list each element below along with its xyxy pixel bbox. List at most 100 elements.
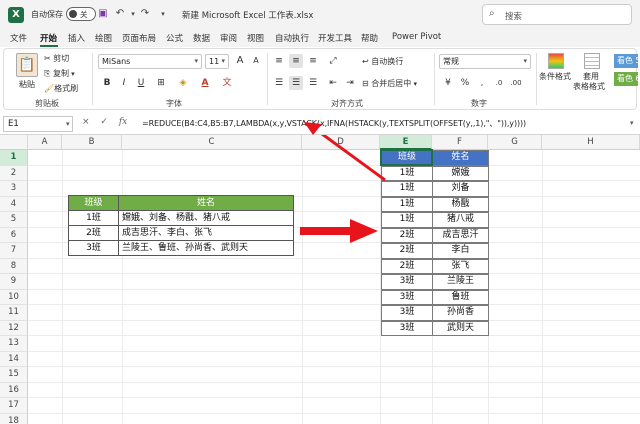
formula-input[interactable]: =REDUCE(B4:C4,B5:B7,LAMBDA(x,y,VSTACK(x,… (142, 118, 526, 129)
tab-data[interactable]: 数据 (193, 32, 210, 44)
tab-automate[interactable]: 自动执行 (275, 32, 309, 44)
decrease-decimal-icon[interactable]: .00 (509, 76, 523, 90)
align-middle-icon[interactable]: ≡ (289, 54, 303, 68)
tab-developer[interactable]: 开发工具 (318, 32, 352, 44)
copy-icon: ⎘ (44, 69, 53, 78)
enter-icon[interactable]: ✓ (100, 117, 108, 127)
tab-review[interactable]: 审阅 (220, 32, 237, 44)
align-top-icon[interactable]: ≡ (272, 54, 286, 68)
autosave-label: 自动保存 (31, 10, 63, 19)
tab-help[interactable]: 帮助 (361, 32, 378, 44)
chevron-down-icon: ▾ (68, 70, 75, 78)
tab-page-layout[interactable]: 页面布局 (122, 32, 156, 44)
search-box[interactable]: ⌕ 搜索 (482, 4, 632, 25)
autosave-toggle[interactable]: 关 (66, 7, 96, 21)
tab-insert[interactable]: 插入 (68, 32, 85, 44)
merge-center-button[interactable]: ⊟ 合并后居中 ▾ (362, 78, 417, 89)
search-placeholder: 搜索 (505, 12, 523, 22)
formula-buttons: × ✓ fx (82, 117, 127, 127)
font-size-select[interactable]: 11 ▾ (205, 54, 229, 69)
fill-color-icon[interactable]: ◈ (176, 76, 190, 90)
italic-icon[interactable]: I (117, 76, 131, 90)
chevron-down-icon: ▾ (221, 57, 225, 65)
number-format-select[interactable]: 常规 ▾ (439, 54, 531, 69)
tab-view[interactable]: 视图 (247, 32, 264, 44)
align-bottom-icon[interactable]: ≡ (306, 54, 320, 68)
alignment-group-label: 对齐方式 (331, 99, 363, 108)
group-divider (92, 53, 93, 105)
customize-toolbar-icon[interactable]: ▾ (156, 7, 170, 21)
save-icon[interactable]: ▣ (96, 7, 110, 21)
font-group-label: 字体 (166, 99, 182, 108)
format-painter-button[interactable]: 🖌格式刷 (44, 83, 78, 94)
active-tab-indicator (40, 45, 58, 47)
paste-label[interactable]: 粘贴 (19, 79, 35, 90)
decrease-font-icon[interactable]: A (249, 54, 263, 68)
increase-font-icon[interactable]: A (233, 54, 247, 68)
chevron-down-icon[interactable]: ▾ (66, 120, 70, 128)
increase-decimal-icon[interactable]: .0 (492, 76, 506, 90)
decrease-indent-icon[interactable]: ⇤ (326, 76, 340, 90)
tab-file[interactable]: 文件 (10, 32, 27, 44)
cut-button[interactable]: ✂ 剪切 (44, 53, 69, 64)
cell-style-accent6[interactable]: 看色 6 (614, 72, 638, 86)
font-name-select[interactable]: MiSans ▾ (98, 54, 202, 69)
conditional-format-label[interactable]: 条件格式 (539, 71, 571, 82)
tab-formulas[interactable]: 公式 (166, 32, 183, 44)
autosave-state: 关 (80, 10, 88, 19)
group-divider (434, 53, 435, 105)
paste-icon[interactable]: 📋 (16, 53, 38, 77)
clipboard-group-label: 剪贴板 (35, 99, 59, 108)
expand-formula-icon[interactable]: ▾ (630, 119, 634, 127)
right-arrow-icon (300, 219, 378, 243)
align-left-icon[interactable]: ☰ (272, 76, 286, 90)
title-bar: X 自动保存 关 ▣ ↶ ▾ ↷ ▾ 新建 Microsoft Excel 工作… (0, 0, 640, 30)
cancel-icon[interactable]: × (82, 117, 90, 127)
wrap-text-button[interactable]: ↩ 自动换行 (362, 56, 403, 67)
toggle-knob-icon (69, 10, 77, 18)
tab-home[interactable]: 开始 (40, 32, 57, 44)
cell-style-accent5[interactable]: 看色 5 (614, 54, 638, 68)
insert-function-icon[interactable]: fx (119, 117, 127, 127)
tab-draw[interactable]: 绘图 (95, 32, 112, 44)
conditional-format-icon[interactable] (548, 53, 564, 69)
number-group-label: 数字 (471, 99, 487, 108)
bold-icon[interactable]: B (100, 76, 114, 90)
worksheet-grid[interactable]: A B C D E F G H 1 2 3 4 5 6 7 8 9 10 11 12 13 14 15 16 1… (0, 135, 640, 424)
tab-power-pivot[interactable]: Power Pivot (392, 32, 441, 42)
wrap-text-label: 自动换行 (371, 57, 404, 66)
chevron-down-icon: ▾ (523, 57, 527, 65)
orientation-icon[interactable]: ⤢ (326, 54, 340, 68)
font-color-icon[interactable]: A (198, 76, 212, 90)
merge-label: 合并后居中 (371, 79, 412, 88)
borders-icon[interactable]: ⊞ (154, 76, 168, 90)
copy-label: 复制 (52, 69, 69, 78)
currency-icon[interactable]: ¥ (441, 76, 455, 90)
group-divider (536, 53, 537, 105)
format-painter-label: 格式刷 (54, 84, 79, 93)
search-icon: ⌕ (489, 8, 495, 19)
name-box[interactable]: E1 (3, 116, 73, 132)
group-divider (267, 53, 268, 105)
percent-icon[interactable]: % (458, 76, 472, 90)
chevron-down-icon: ▾ (194, 57, 198, 65)
comma-icon[interactable]: , (475, 76, 489, 90)
scissors-icon: ✂ (44, 54, 54, 63)
align-right-icon[interactable]: ☰ (306, 76, 320, 90)
excel-logo-icon: X (8, 7, 24, 23)
cut-label: 剪切 (53, 54, 70, 63)
align-center-icon[interactable]: ☰ (289, 76, 303, 90)
copy-button[interactable]: ⎘ 复制 ▾ (44, 68, 75, 79)
increase-indent-icon[interactable]: ⇥ (343, 76, 357, 90)
brush-icon: 🖌 (44, 84, 55, 93)
merge-icon: ⊟ (362, 79, 372, 88)
format-table-icon[interactable] (584, 53, 600, 69)
format-table-label-2[interactable]: 表格格式 (573, 81, 605, 92)
redo-icon[interactable]: ↷ (138, 7, 152, 21)
ribbon-tabs: 文件 开始 插入 绘图 页面布局 公式 数据 审阅 视图 自动执行 开发工具 帮… (0, 30, 640, 47)
wrap-icon: ↩ (362, 57, 372, 66)
undo-icon[interactable]: ↶ (113, 7, 127, 21)
phonetic-icon[interactable]: 文 (220, 76, 234, 90)
font-name-value: MiSans (102, 57, 131, 66)
underline-icon[interactable]: U (134, 76, 148, 90)
